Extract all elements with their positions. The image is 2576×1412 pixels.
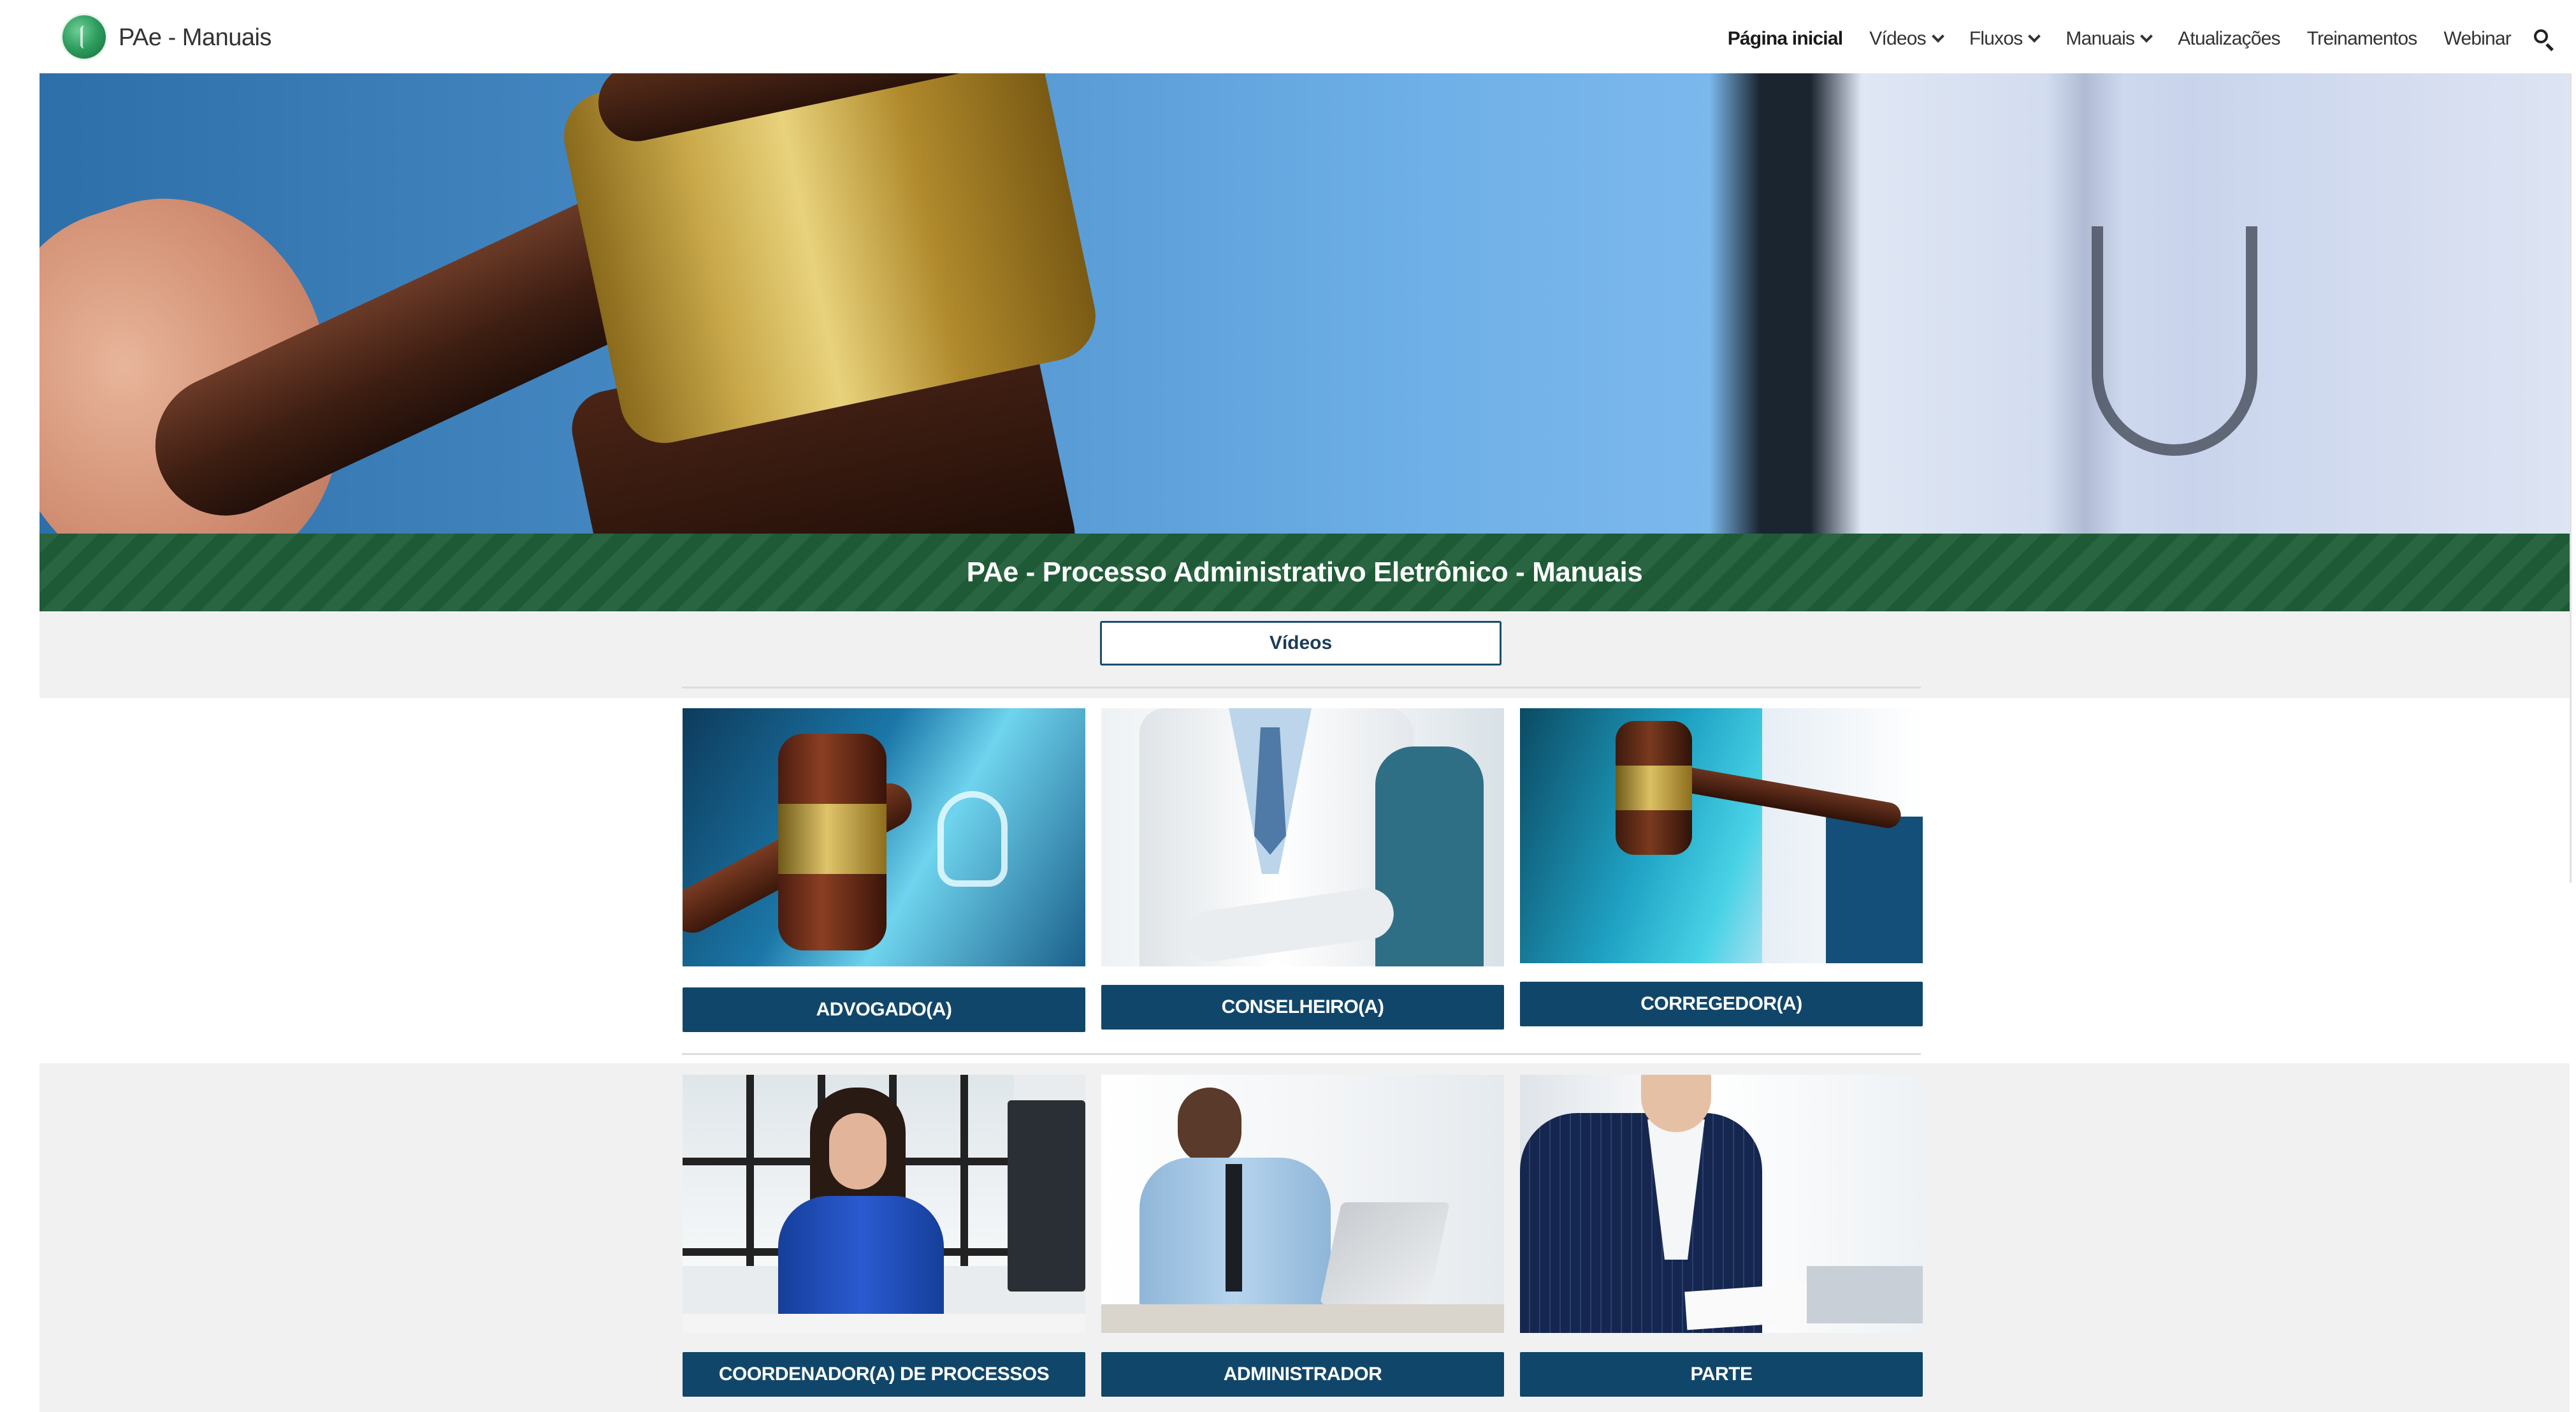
chevron-down-icon (2028, 30, 2041, 43)
nav-label: Página inicial (1727, 28, 1843, 49)
page: PAe - Manuais Página inicial Vídeos Flux… (0, 0, 2576, 1412)
site-logo[interactable] (62, 15, 106, 59)
nav-label: Vídeos (1869, 28, 1926, 49)
card-image-coordenador[interactable] (683, 1075, 1085, 1333)
hero-banner-image (40, 73, 2570, 534)
nav-item-videos[interactable]: Vídeos (1869, 28, 1944, 50)
nav-item-manuais[interactable]: Manuais (2066, 28, 2153, 50)
card-image-administrador[interactable] (1101, 1075, 1504, 1333)
nav-item-atualizacoes[interactable]: Atualizações (2178, 28, 2280, 50)
nav-label: Webinar (2443, 28, 2511, 49)
nav-label: Atualizações (2178, 28, 2280, 49)
search-icon[interactable] (2533, 28, 2554, 52)
stethoscope-shape (2092, 226, 2257, 456)
lightbulb-icon (937, 791, 1008, 887)
main-nav: Página inicial Vídeos Fluxos Manuais Atu… (1728, 23, 2554, 55)
divider (682, 1053, 1921, 1055)
parte-button[interactable]: PARTE (1520, 1352, 1923, 1397)
card-image-corregedor[interactable] (1520, 708, 1923, 963)
site-title[interactable]: PAe - Manuais (119, 24, 271, 52)
card-image-advogado[interactable] (683, 708, 1085, 966)
administrador-button[interactable]: ADMINISTRADOR (1101, 1352, 1504, 1397)
corregedor-button[interactable]: CORREGEDOR(A) (1520, 982, 1923, 1026)
videos-button[interactable]: Vídeos (1100, 621, 1501, 666)
nav-item-webinar[interactable]: Webinar (2443, 28, 2511, 50)
advogado-button[interactable]: ADVOGADO(A) (683, 987, 1085, 1032)
nav-item-pagina-inicial[interactable]: Página inicial (1728, 28, 1843, 50)
nav-item-fluxos[interactable]: Fluxos (1969, 28, 2041, 50)
top-navigation-bar: PAe - Manuais Página inicial Vídeos Flux… (40, 0, 2576, 73)
chevron-down-icon (1931, 30, 1944, 43)
nav-item-treinamentos[interactable]: Treinamentos (2306, 28, 2418, 50)
conselheiro-button[interactable]: CONSELHEIRO(A) (1101, 985, 1504, 1030)
card-image-parte[interactable] (1520, 1075, 1923, 1333)
divider (682, 687, 1921, 688)
nav-label: Treinamentos (2306, 28, 2418, 49)
card-image-conselheiro[interactable] (1101, 708, 1504, 966)
nav-label: Fluxos (1969, 28, 2023, 49)
page-title: PAe - Processo Administrativo Eletrônico… (966, 557, 1643, 588)
scrollbar[interactable] (2570, 73, 2572, 883)
nav-label: Manuais (2066, 28, 2135, 49)
chevron-down-icon (2140, 30, 2153, 43)
title-band: PAe - Processo Administrativo Eletrônico… (40, 534, 2570, 611)
coordenador-button[interactable]: COORDENADOR(A) DE PROCESSOS (683, 1352, 1085, 1397)
